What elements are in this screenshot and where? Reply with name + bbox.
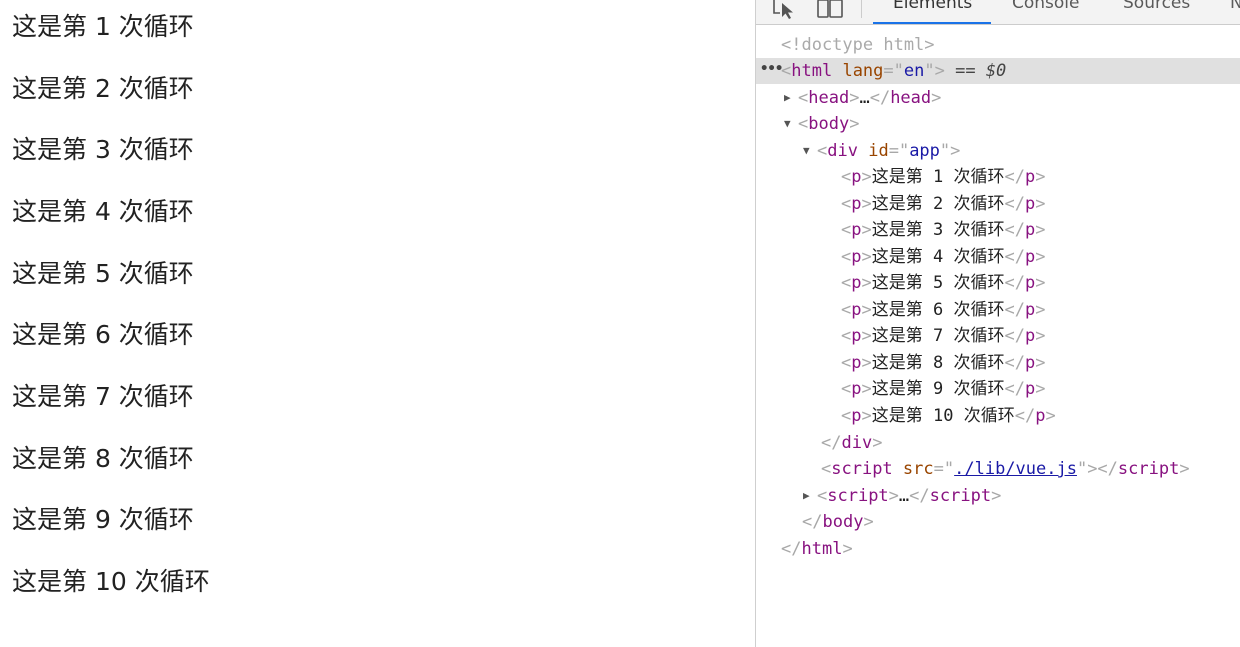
p-text: 这是第 5 次循环 [871, 273, 1005, 293]
p-tag: p [851, 247, 862, 267]
dom-node-p[interactable]: <p>这是第 5 次循环</p> [756, 270, 1240, 296]
script-src-link[interactable]: ./lib/vue.js [954, 459, 1077, 479]
loop-paragraph: 这是第 6 次循环 [12, 320, 194, 349]
p-tag: p [851, 326, 862, 346]
dom-node-p[interactable]: <p>这是第 7 次循环</p> [756, 323, 1240, 349]
loop-paragraph: 这是第 8 次循环 [12, 444, 194, 473]
p-close-tag: p [1024, 167, 1036, 187]
page-viewport: 这是第 1 次循环 这是第 2 次循环 这是第 3 次循环 这是第 4 次循环 … [0, 0, 755, 647]
p-tag: p [851, 353, 862, 373]
tab-network[interactable]: N [1230, 0, 1240, 13]
p-tag: p [851, 379, 862, 399]
device-toolbar-icon[interactable] [816, 0, 846, 20]
collapsed-ellipsis: … [859, 88, 870, 108]
p-tag: p [851, 194, 862, 214]
p-tag: p [851, 273, 862, 293]
dom-node-div-app[interactable]: ▼ <div id="app"> [756, 138, 1240, 164]
p-close-tag: p [1024, 220, 1036, 240]
dom-node-body[interactable]: ▼ <body> [756, 111, 1240, 137]
div-tag: div [827, 141, 858, 161]
p-tag: p [851, 220, 862, 240]
head-tag: head [808, 88, 850, 108]
expand-triangle-icon[interactable]: ▶ [784, 85, 798, 111]
loop-paragraph: 这是第 7 次循环 [12, 382, 194, 411]
script-attr-name: src [902, 459, 934, 479]
loop-paragraph: 这是第 3 次循环 [12, 135, 194, 164]
html-tag: html [791, 61, 833, 81]
toolbar-separator [861, 0, 862, 18]
dom-node-html-close[interactable]: </html> [756, 536, 1240, 562]
dom-node-script-src[interactable]: <script src="./lib/vue.js"></script> [756, 456, 1240, 482]
loop-paragraph: 这是第 9 次循环 [12, 505, 194, 534]
p-close-tag: p [1024, 326, 1036, 346]
dom-node-html[interactable]: ••• <html lang="en"> == $0 [756, 58, 1240, 84]
dom-node-p[interactable]: <p>这是第 10 次循环</p> [756, 403, 1240, 429]
selected-node-marker: == $0 [955, 61, 1007, 81]
loop-paragraph: 这是第 2 次循环 [12, 74, 194, 103]
p-tag: p [851, 406, 862, 426]
dom-node-p[interactable]: <p>这是第 2 次循环</p> [756, 191, 1240, 217]
dom-node-head[interactable]: ▶ <head>…</head> [756, 85, 1240, 111]
p-tag: p [851, 167, 862, 187]
body-tag: body [808, 114, 850, 134]
devtools-toolbar: Elements Console Sources N [756, 0, 1240, 25]
inspect-element-icon[interactable] [772, 0, 798, 20]
dom-node-doctype[interactable]: <!doctype html> [756, 32, 1240, 58]
html-close-tag: html [801, 539, 843, 559]
script-tag: script [827, 486, 889, 506]
expand-triangle-icon[interactable]: ▶ [803, 483, 817, 509]
p-close-tag: p [1024, 353, 1036, 373]
dom-node-p[interactable]: <p>这是第 1 次循环</p> [756, 164, 1240, 190]
p-tag: p [851, 300, 862, 320]
p-text: 这是第 1 次循环 [871, 167, 1005, 187]
p-text: 这是第 9 次循环 [871, 379, 1005, 399]
dom-node-p[interactable]: <p>这是第 9 次循环</p> [756, 376, 1240, 402]
p-text: 这是第 3 次循环 [871, 220, 1005, 240]
loop-paragraph: 这是第 5 次循环 [12, 259, 194, 288]
p-close-tag: p [1035, 406, 1046, 426]
script-close-tag: script [1117, 459, 1180, 479]
p-text: 这是第 2 次循环 [871, 194, 1005, 214]
p-close-tag: p [1024, 194, 1036, 214]
tab-elements[interactable]: Elements [893, 0, 972, 13]
collapse-triangle-icon[interactable]: ▼ [784, 111, 798, 137]
body-close-tag: body [822, 512, 864, 532]
script-tag: script [831, 459, 893, 479]
loop-paragraph: 这是第 10 次循环 [12, 567, 210, 596]
p-close-tag: p [1024, 273, 1036, 293]
dom-node-p[interactable]: <p>这是第 3 次循环</p> [756, 217, 1240, 243]
head-close-tag: head [890, 88, 932, 108]
dom-node-script[interactable]: ▶ <script>…</script> [756, 483, 1240, 509]
loop-paragraph: 这是第 4 次循环 [12, 197, 194, 226]
devtools-panel: Elements Console Sources N <!doctype htm… [755, 0, 1240, 647]
div-attr-name: id [868, 141, 889, 161]
p-text: 这是第 10 次循环 [871, 406, 1015, 426]
script-close-tag: script [929, 486, 992, 506]
dom-node-body-close[interactable]: </body> [756, 509, 1240, 535]
p-text: 这是第 4 次循环 [871, 247, 1005, 267]
div-close-tag: div [841, 433, 873, 453]
dom-node-p[interactable]: <p>这是第 8 次循环</p> [756, 350, 1240, 376]
p-close-tag: p [1024, 300, 1036, 320]
div-attr-value: app [909, 141, 940, 161]
html-attr-value: en [903, 61, 925, 81]
active-tab-indicator [873, 22, 991, 24]
p-close-tag: p [1024, 379, 1036, 399]
dom-tree: <!doctype html> ••• <html lang="en"> == … [756, 25, 1240, 647]
dom-node-div-close[interactable]: </div> [756, 430, 1240, 456]
more-actions-icon[interactable]: ••• [760, 56, 783, 82]
dom-node-p[interactable]: <p>这是第 6 次循环</p> [756, 297, 1240, 323]
p-text: 这是第 7 次循环 [871, 326, 1005, 346]
p-text: 这是第 6 次循环 [871, 300, 1005, 320]
tab-sources[interactable]: Sources [1123, 0, 1190, 13]
collapsed-ellipsis: … [898, 486, 910, 506]
p-close-tag: p [1024, 247, 1036, 267]
html-attr-name: lang [842, 61, 884, 81]
loop-paragraph: 这是第 1 次循环 [12, 12, 194, 41]
p-text: 这是第 8 次循环 [871, 353, 1005, 373]
doctype-text: <!doctype html> [781, 35, 935, 55]
tab-console[interactable]: Console [1012, 0, 1080, 13]
collapse-triangle-icon[interactable]: ▼ [803, 138, 817, 164]
dom-node-p[interactable]: <p>这是第 4 次循环</p> [756, 244, 1240, 270]
